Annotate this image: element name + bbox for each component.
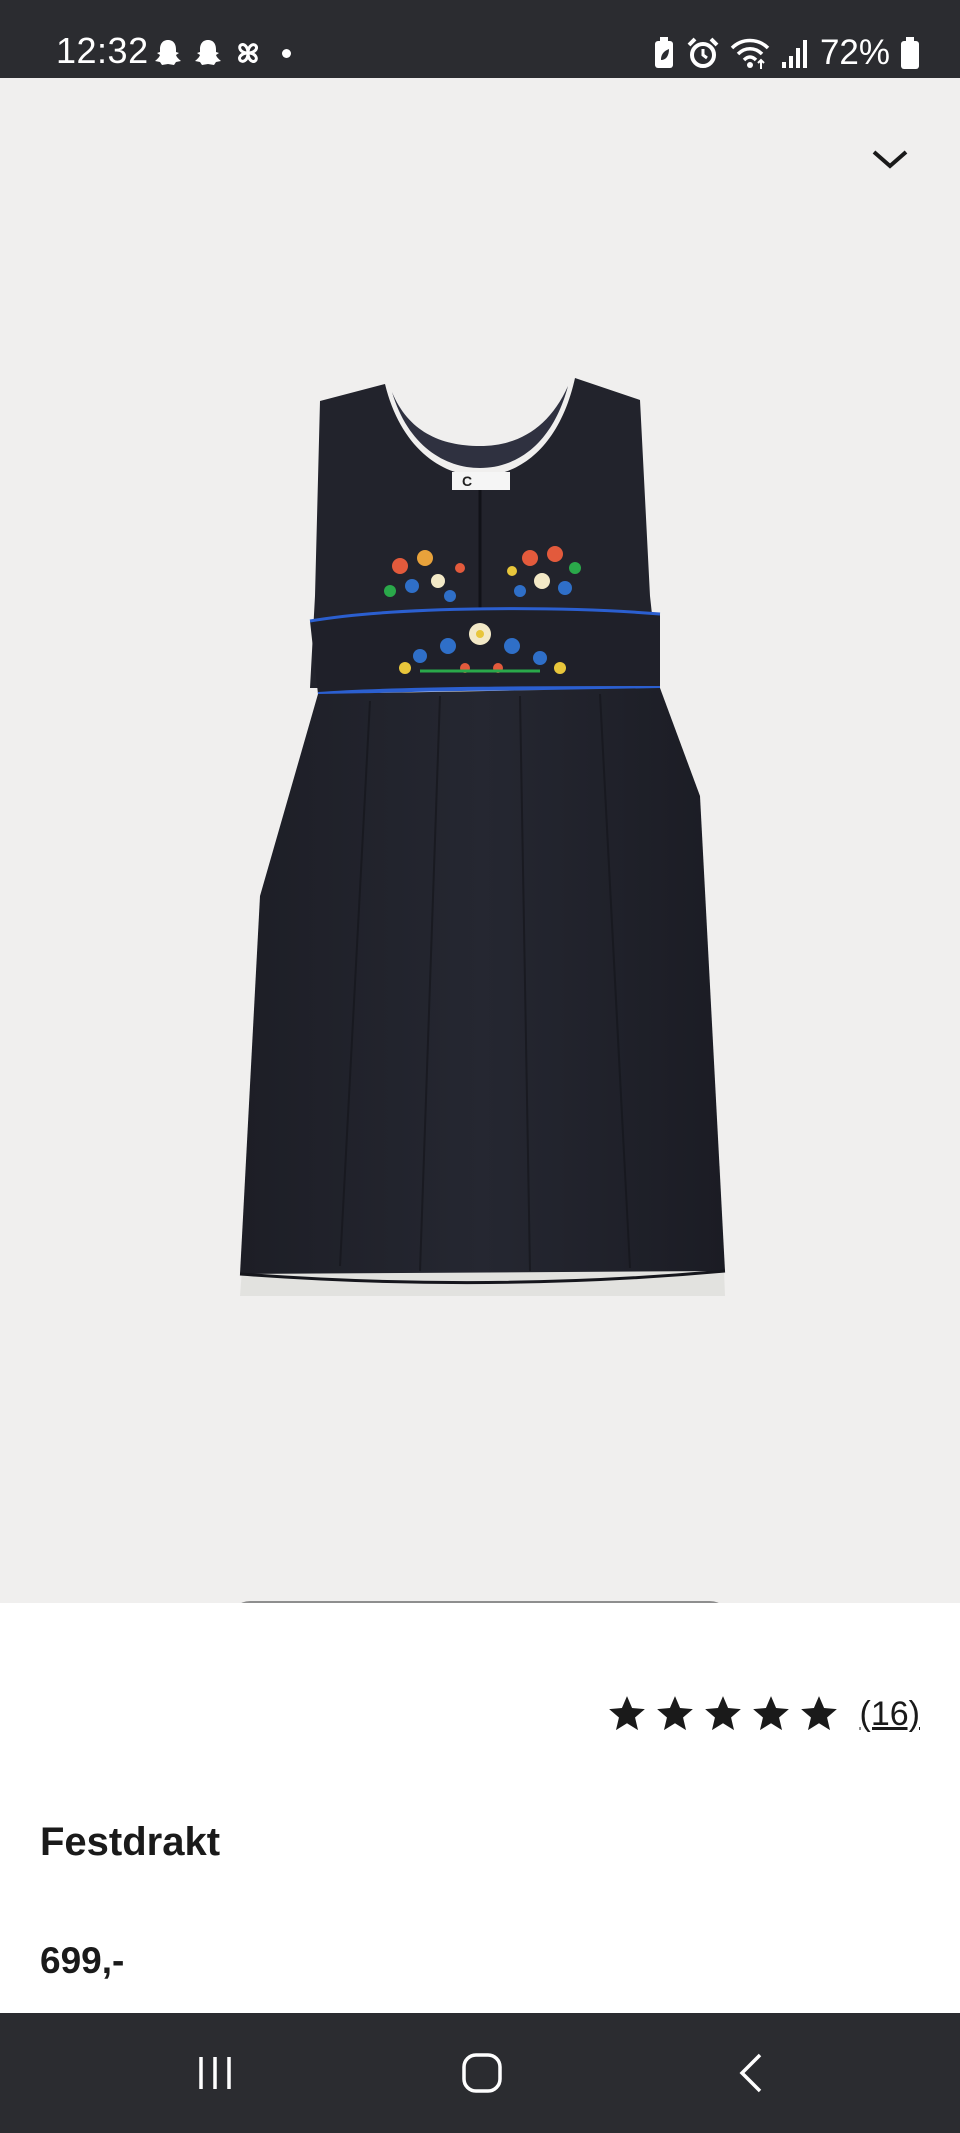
star-icon: [608, 1696, 645, 1731]
product-title: Festdrakt: [40, 1820, 221, 1864]
star-icon: [800, 1696, 837, 1731]
signal-icon: [781, 40, 807, 68]
product-image-gallery[interactable]: C: [0, 78, 960, 1603]
status-left-icons: [152, 36, 291, 70]
chevron-down-icon[interactable]: [872, 150, 908, 170]
battery-icon: [901, 37, 919, 69]
svg-text:C: C: [462, 473, 472, 489]
home-button[interactable]: [452, 2043, 512, 2103]
recent-apps-icon: [199, 2057, 231, 2089]
battery-percent: 72%: [819, 33, 890, 72]
notification-dot: [282, 48, 291, 58]
image-pager[interactable]: [230, 1601, 730, 1603]
home-icon: [462, 2053, 502, 2093]
status-right-icons: 72%: [652, 33, 920, 72]
snapchat-icon: [155, 40, 181, 65]
star-icon: [704, 1696, 741, 1731]
star-icon: [656, 1696, 693, 1731]
status-bar: 12:32 72%: [0, 0, 960, 78]
review-count-link[interactable]: (16): [860, 1695, 920, 1734]
product-price: 699,-: [40, 1940, 125, 1981]
screen: 12:32 72% C (16) Festdrakt 699,-: [0, 0, 960, 2133]
status-time: 12:32: [56, 30, 149, 71]
battery-saver-icon: [654, 37, 673, 68]
star-icon: [752, 1696, 789, 1731]
recent-apps-button[interactable]: [185, 2043, 245, 2103]
dress-image: C: [239, 378, 726, 1296]
wifi-icon: [730, 38, 770, 69]
snapchat-icon: [195, 40, 221, 65]
pinwheel-icon: [238, 43, 258, 63]
navigation-bar: [0, 2013, 960, 2133]
product-rating[interactable]: (16): [606, 1689, 920, 1739]
back-button[interactable]: [722, 2043, 782, 2103]
alarm-icon: [687, 37, 719, 68]
back-icon: [739, 2053, 762, 2093]
